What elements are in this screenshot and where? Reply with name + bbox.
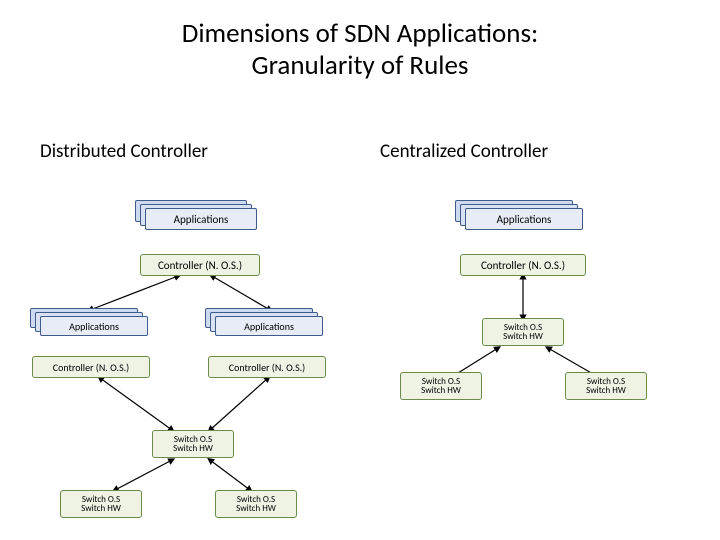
dist-top-apps-label: Applications — [145, 208, 257, 230]
cent-controller: Controller (N. O.S.) — [460, 254, 586, 276]
dist-switch-top-l2: Switch HW — [173, 444, 213, 453]
cent-apps-label: Applications — [465, 208, 583, 230]
cent-switch-bl-l2: Switch HW — [421, 386, 461, 395]
dist-switch-top: Switch O.S Switch HW — [152, 430, 234, 458]
page-title: Dimensions of SDN Applications: Granular… — [0, 0, 720, 83]
cent-switch-br-l2: Switch HW — [586, 386, 626, 395]
cent-switch-top-l2: Switch HW — [503, 332, 543, 341]
dist-top-controller: Controller (N. O.S.) — [140, 254, 260, 276]
cent-switch-bl: Switch O.S Switch HW — [400, 372, 482, 400]
dist-switch-bl-l2: Switch HW — [81, 504, 121, 513]
dist-apps-a-label: Applications — [40, 316, 148, 336]
title-line-2: Granularity of Rules — [0, 50, 720, 82]
title-line-1: Dimensions of SDN Applications: — [0, 18, 720, 50]
dist-controller-b: Controller (N. O.S.) — [208, 356, 326, 378]
dist-switch-br: Switch O.S Switch HW — [215, 490, 297, 518]
heading-centralized: Centralized Controller — [380, 140, 548, 163]
dist-switch-bl: Switch O.S Switch HW — [60, 490, 142, 518]
dist-apps-b-label: Applications — [215, 316, 323, 336]
cent-switch-br: Switch O.S Switch HW — [565, 372, 647, 400]
dist-controller-a: Controller (N. O.S.) — [32, 356, 150, 378]
dist-switch-br-l2: Switch HW — [236, 504, 276, 513]
heading-distributed: Distributed Controller — [40, 140, 208, 163]
cent-switch-top: Switch O.S Switch HW — [482, 318, 564, 346]
